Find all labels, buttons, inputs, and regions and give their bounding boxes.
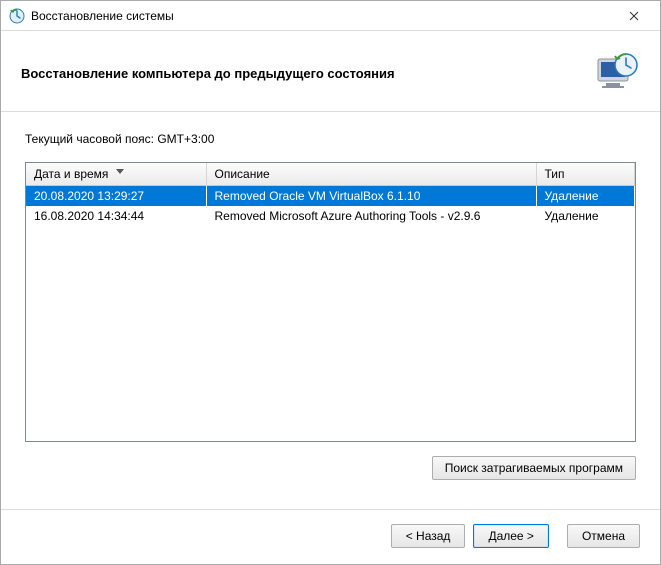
scan-affected-programs-button[interactable]: Поиск затрагиваемых программ <box>432 456 636 480</box>
next-button[interactable]: Далее > <box>473 524 549 548</box>
table-row[interactable]: 20.08.2020 13:29:27Removed Oracle VM Vir… <box>26 186 635 207</box>
window-title: Восстановление системы <box>31 9 614 23</box>
page-title: Восстановление компьютера до предыдущего… <box>21 66 592 81</box>
cell-type: Удаление <box>536 206 635 226</box>
table-row[interactable]: 16.08.2020 14:34:44Removed Microsoft Azu… <box>26 206 635 226</box>
cell-datetime: 16.08.2020 14:34:44 <box>26 206 206 226</box>
wizard-footer: < Назад Далее > Отмена <box>1 509 660 564</box>
timezone-label: Текущий часовой пояс: GMT+3:00 <box>25 132 636 146</box>
system-restore-window: Восстановление системы Восстановление ко… <box>0 0 661 565</box>
back-button[interactable]: < Назад <box>391 524 466 548</box>
cell-description: Removed Microsoft Azure Authoring Tools … <box>206 206 536 226</box>
restore-icon <box>592 49 640 97</box>
cell-type: Удаление <box>536 186 635 207</box>
scan-button-row: Поиск затрагиваемых программ <box>25 456 636 480</box>
column-header-description[interactable]: Описание <box>206 163 536 186</box>
app-icon <box>9 8 25 24</box>
wizard-header: Восстановление компьютера до предыдущего… <box>1 31 660 112</box>
restore-points-table: Дата и время Описание Тип 20.08.2020 13:… <box>25 162 636 442</box>
titlebar: Восстановление системы <box>1 1 660 31</box>
cell-description: Removed Oracle VM VirtualBox 6.1.10 <box>206 186 536 207</box>
close-button[interactable] <box>614 2 654 30</box>
cell-datetime: 20.08.2020 13:29:27 <box>26 186 206 207</box>
column-header-datetime[interactable]: Дата и время <box>26 163 206 186</box>
column-header-type[interactable]: Тип <box>536 163 635 186</box>
content-area: Текущий часовой пояс: GMT+3:00 Дата и вр… <box>1 112 660 509</box>
cancel-button[interactable]: Отмена <box>567 524 640 548</box>
